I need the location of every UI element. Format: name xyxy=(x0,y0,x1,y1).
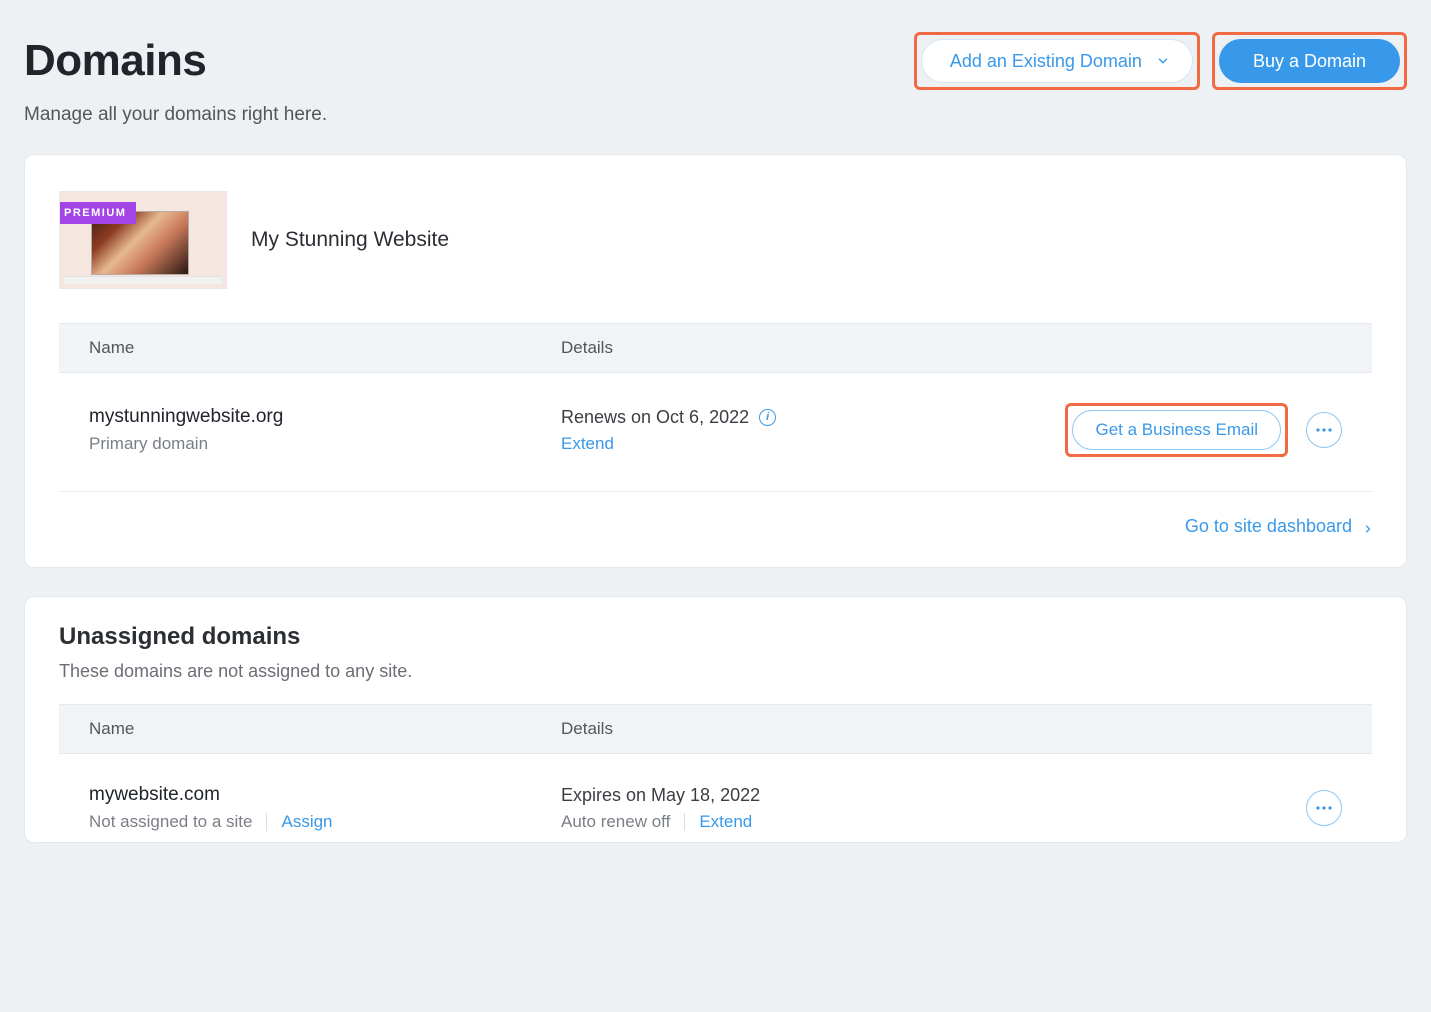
domain-name: mystunningwebsite.org xyxy=(89,406,561,428)
highlight-add-existing: Add an Existing Domain xyxy=(914,32,1200,90)
get-business-email-label: Get a Business Email xyxy=(1095,420,1258,440)
column-name: Name xyxy=(89,719,561,739)
go-to-dashboard-label: Go to site dashboard xyxy=(1185,516,1352,537)
highlight-business-email: Get a Business Email xyxy=(1065,403,1288,457)
domain-expires-text: Expires on May 18, 2022 xyxy=(561,785,760,806)
assign-link[interactable]: Assign xyxy=(281,812,332,832)
buy-domain-label: Buy a Domain xyxy=(1253,51,1366,72)
divider xyxy=(684,813,685,831)
domain-sub-label: Not assigned to a site xyxy=(89,812,252,832)
table-row: mystunningwebsite.org Primary domain Ren… xyxy=(59,373,1372,492)
extend-link[interactable]: Extend xyxy=(561,434,614,454)
domain-sub-label: Primary domain xyxy=(89,434,561,454)
auto-renew-text: Auto renew off xyxy=(561,812,670,832)
highlight-buy-domain: Buy a Domain xyxy=(1212,32,1407,90)
unassigned-card: Unassigned domains These domains are not… xyxy=(24,596,1407,843)
domain-renews-text: Renews on Oct 6, 2022 xyxy=(561,407,749,428)
more-actions-button[interactable] xyxy=(1306,790,1342,826)
extend-link[interactable]: Extend xyxy=(699,812,752,832)
info-icon[interactable]: i xyxy=(759,409,776,426)
more-actions-button[interactable] xyxy=(1306,412,1342,448)
unassigned-table-header: Name Details xyxy=(59,704,1372,754)
chevron-down-icon xyxy=(1156,54,1170,68)
column-details: Details xyxy=(561,719,1342,739)
page-subtitle: Manage all your domains right here. xyxy=(24,104,327,126)
ellipsis-icon xyxy=(1315,805,1333,811)
site-thumbnail: PREMIUM xyxy=(59,191,227,289)
buy-domain-button[interactable]: Buy a Domain xyxy=(1219,39,1400,83)
ellipsis-icon xyxy=(1315,427,1333,433)
domain-name: mywebsite.com xyxy=(89,784,561,806)
divider xyxy=(266,813,267,831)
domains-table-header: Name Details xyxy=(59,323,1372,373)
column-details: Details xyxy=(561,338,1342,358)
add-existing-domain-label: Add an Existing Domain xyxy=(950,51,1142,72)
site-name: My Stunning Website xyxy=(251,228,449,252)
go-to-dashboard-link[interactable]: Go to site dashboard xyxy=(1185,516,1372,537)
add-existing-domain-button[interactable]: Add an Existing Domain xyxy=(921,39,1193,83)
column-name: Name xyxy=(89,338,561,358)
premium-badge: PREMIUM xyxy=(59,202,136,224)
table-row: mywebsite.com Not assigned to a site Ass… xyxy=(59,754,1372,842)
site-card: PREMIUM My Stunning Website Name Details… xyxy=(24,154,1407,568)
unassigned-subtitle: These domains are not assigned to any si… xyxy=(25,651,1406,682)
page-title: Domains xyxy=(24,36,327,86)
chevron-right-icon xyxy=(1362,520,1372,534)
get-business-email-button[interactable]: Get a Business Email xyxy=(1072,410,1281,450)
unassigned-title: Unassigned domains xyxy=(25,597,1406,651)
